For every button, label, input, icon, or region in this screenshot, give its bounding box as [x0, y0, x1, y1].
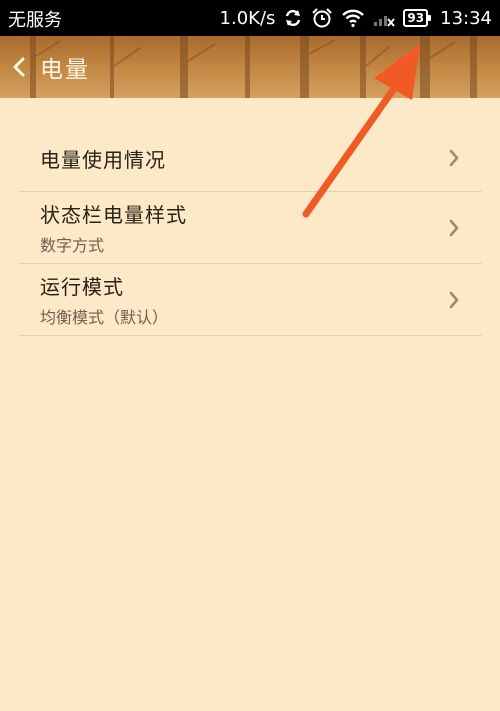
annotation-arrow: [302, 44, 420, 218]
chevron-left-icon: [13, 57, 25, 77]
status-bar: 无服务 1.0K/s 93 13:34: [0, 0, 500, 36]
battery-level: 93: [403, 9, 431, 27]
setting-subtitle: 均衡模式（默认）: [40, 308, 169, 327]
setting-title: 状态栏电量样式: [40, 203, 187, 227]
signal-icon: [373, 0, 396, 36]
chevron-right-icon: [449, 219, 459, 236]
status-icons: 1.0K/s 93 13:34: [220, 0, 492, 36]
wifi-icon: [341, 0, 365, 36]
setting-title: 运行模式: [40, 275, 124, 299]
setting-statusbar-battery-style[interactable]: 状态栏电量样式 数字方式: [19, 192, 482, 264]
page-title: 电量: [40, 57, 90, 83]
app-header: 电量: [0, 36, 500, 98]
battery-icon: 93: [403, 0, 431, 36]
setting-battery-usage[interactable]: 电量使用情况: [19, 125, 482, 192]
settings-list: 电量使用情况 状态栏电量样式 数字方式 运行模式 均衡模式（默认）: [19, 125, 482, 336]
clock: 13:34: [440, 7, 492, 29]
setting-run-mode[interactable]: 运行模式 均衡模式（默认）: [19, 264, 482, 336]
back-button[interactable]: 电量: [12, 46, 90, 88]
setting-title: 电量使用情况: [40, 147, 166, 172]
carrier-label: 无服务: [8, 10, 62, 31]
alarm-icon: [311, 0, 333, 36]
setting-subtitle: 数字方式: [40, 236, 105, 255]
chevron-right-icon: [449, 149, 459, 167]
sync-icon: [283, 0, 303, 36]
network-speed: 1.0K/s: [219, 7, 276, 29]
chevron-right-icon: [449, 291, 459, 308]
